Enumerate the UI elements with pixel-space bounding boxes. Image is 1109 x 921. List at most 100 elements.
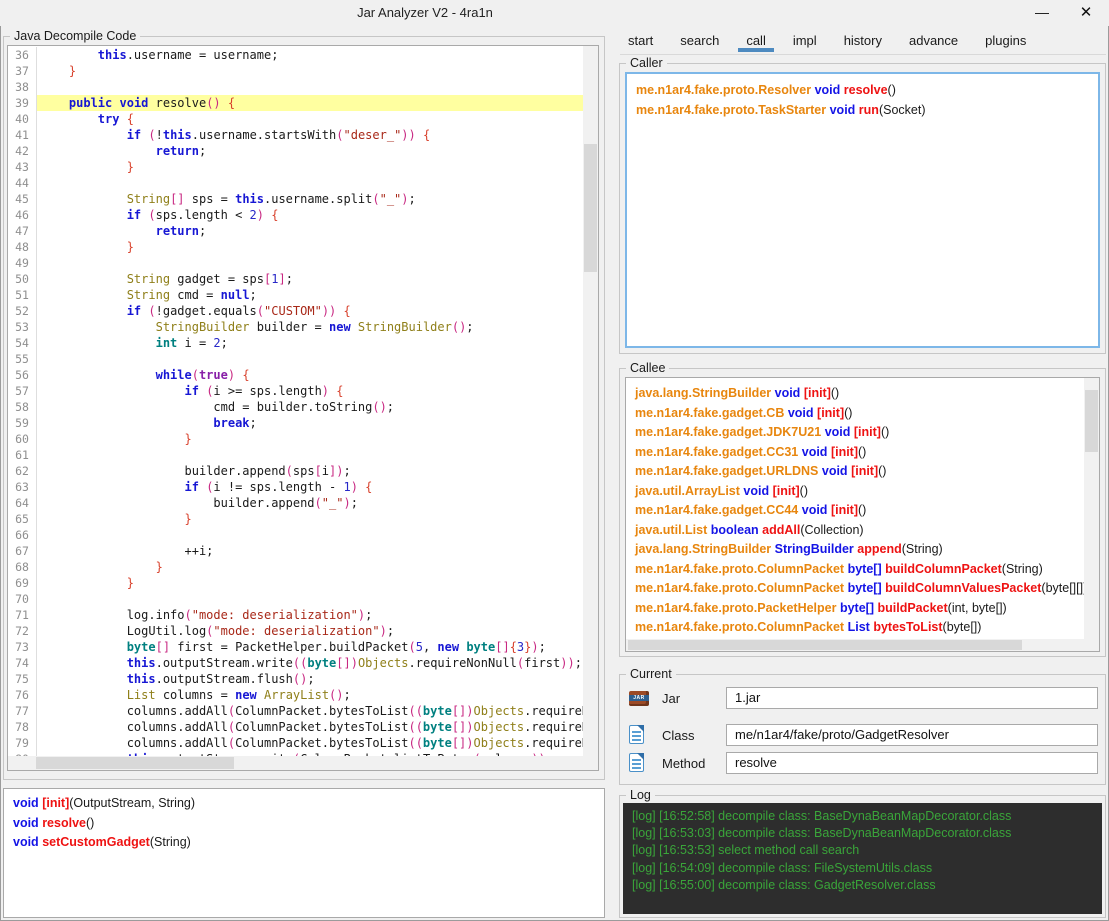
- code-line[interactable]: 50 String gadget = sps[1];: [8, 271, 583, 287]
- tab-plugins[interactable]: plugins: [977, 29, 1034, 51]
- class-field[interactable]: me/n1ar4/fake/proto/GadgetResolver: [726, 724, 1098, 746]
- code-line[interactable]: 39 public void resolve() {: [8, 95, 583, 111]
- vertical-scrollbar[interactable]: [1084, 378, 1099, 639]
- signature-item[interactable]: me.n1ar4.fake.gadget.CC44 void [init](): [635, 501, 1075, 521]
- code-line[interactable]: 49: [8, 255, 583, 271]
- signature-item[interactable]: java.lang.StringBuilder void [init](): [635, 384, 1075, 404]
- code-line[interactable]: 53 StringBuilder builder = new StringBui…: [8, 319, 583, 335]
- code-line[interactable]: 40 try {: [8, 111, 583, 127]
- code-line[interactable]: 68 }: [8, 559, 583, 575]
- tab-call[interactable]: call: [738, 29, 774, 52]
- vertical-scrollbar[interactable]: [583, 46, 598, 756]
- caller-list[interactable]: me.n1ar4.fake.proto.Resolver void resolv…: [625, 72, 1100, 348]
- code-line[interactable]: 78 columns.addAll(ColumnPacket.bytesToLi…: [8, 719, 583, 735]
- method-name: [init]: [772, 483, 800, 498]
- signature-item[interactable]: void [init](OutputStream, String): [13, 794, 595, 814]
- return-type: void: [801, 444, 828, 459]
- signature-item[interactable]: me.n1ar4.fake.proto.TaskStarter void run…: [636, 101, 1089, 121]
- code-line[interactable]: 36 this.username = username;: [8, 47, 583, 63]
- code-line[interactable]: 61: [8, 447, 583, 463]
- code-line[interactable]: 45 String[] sps = this.username.split("_…: [8, 191, 583, 207]
- code-line[interactable]: 41 if (!this.username.startsWith("deser_…: [8, 127, 583, 143]
- code-line[interactable]: 43 }: [8, 159, 583, 175]
- code-line[interactable]: 52 if (!gadget.equals("CUSTOM")) {: [8, 303, 583, 319]
- horizontal-scrollbar-thumb[interactable]: [36, 757, 234, 769]
- code-line[interactable]: 44: [8, 175, 583, 191]
- code-line[interactable]: 60 }: [8, 431, 583, 447]
- method-name: resolve: [843, 83, 888, 97]
- code-line[interactable]: 69 }: [8, 575, 583, 591]
- code-line[interactable]: 70: [8, 591, 583, 607]
- horizontal-scrollbar[interactable]: [8, 756, 583, 770]
- code-line[interactable]: 71 log.info("mode: deserialization");: [8, 607, 583, 623]
- code-line[interactable]: 64 builder.append("_");: [8, 495, 583, 511]
- code-line[interactable]: 56 while(true) {: [8, 367, 583, 383]
- line-number: 38: [8, 79, 37, 95]
- close-button[interactable]: ✕: [1068, 0, 1104, 26]
- code-line[interactable]: 55: [8, 351, 583, 367]
- signature-item[interactable]: java.lang.StringBuilder StringBuilder ap…: [635, 540, 1075, 560]
- code-line[interactable]: 47 return;: [8, 223, 583, 239]
- signature-item[interactable]: me.n1ar4.fake.gadget.CB void [init](): [635, 404, 1075, 424]
- signature-item[interactable]: java.util.ArrayList void [init](): [635, 482, 1075, 502]
- code-line[interactable]: 76 List columns = new ArrayList();: [8, 687, 583, 703]
- method-name: setCustomGadget: [42, 835, 150, 849]
- code-line[interactable]: 66: [8, 527, 583, 543]
- signature-item[interactable]: me.n1ar4.fake.proto.ColumnPacket byte[] …: [635, 560, 1075, 580]
- signature-item[interactable]: java.util.List boolean addAll(Collection…: [635, 521, 1075, 541]
- vertical-scrollbar-thumb[interactable]: [584, 144, 597, 272]
- signature-item[interactable]: me.n1ar4.fake.proto.Resolver void resolv…: [636, 81, 1089, 101]
- method-name: [init]: [42, 796, 70, 810]
- tab-search[interactable]: search: [672, 29, 727, 51]
- code-line[interactable]: 62 builder.append(sps[i]);: [8, 463, 583, 479]
- code-line[interactable]: 58 cmd = builder.toString();: [8, 399, 583, 415]
- signature-item[interactable]: me.n1ar4.fake.proto.ColumnPacket List by…: [635, 618, 1075, 638]
- signature-item[interactable]: void setCustomGadget(String): [13, 833, 595, 853]
- code-line[interactable]: 57 if (i >= sps.length) {: [8, 383, 583, 399]
- signature-item[interactable]: me.n1ar4.fake.proto.ColumnPacket byte[] …: [635, 579, 1084, 599]
- code-line[interactable]: 72 LogUtil.log("mode: deserialization");: [8, 623, 583, 639]
- signature-item[interactable]: me.n1ar4.fake.gadget.JDK7U21 void [init]…: [635, 423, 1075, 443]
- code-line[interactable]: 77 columns.addAll(ColumnPacket.bytesToLi…: [8, 703, 583, 719]
- code-line[interactable]: 73 byte[] first = PacketHelper.buildPack…: [8, 639, 583, 655]
- code-line[interactable]: 75 this.outputStream.flush();: [8, 671, 583, 687]
- signature-item[interactable]: me.n1ar4.fake.gadget.CC31 void [init](): [635, 443, 1075, 463]
- code-editor[interactable]: 36 this.username = username; 37 } 38 39 pub…: [7, 45, 599, 771]
- method-name: addAll: [762, 522, 801, 537]
- code-line[interactable]: 74 this.outputStream.write((byte[])Objec…: [8, 655, 583, 671]
- minimize-button[interactable]: —: [1024, 0, 1060, 26]
- tab-advance[interactable]: advance: [901, 29, 966, 51]
- horizontal-scrollbar-thumb[interactable]: [628, 640, 1022, 650]
- code-line[interactable]: 65 }: [8, 511, 583, 527]
- code-line[interactable]: 79 columns.addAll(ColumnPacket.bytesToLi…: [8, 735, 583, 751]
- code-line[interactable]: 54 int i = 2;: [8, 335, 583, 351]
- method-field[interactable]: resolve: [726, 752, 1098, 774]
- code-line[interactable]: 51 String cmd = null;: [8, 287, 583, 303]
- jar-field[interactable]: 1.jar: [726, 687, 1098, 709]
- code-line[interactable]: 59 break;: [8, 415, 583, 431]
- method-params: (String): [901, 542, 943, 556]
- code-line[interactable]: 63 if (i != sps.length - 1) {: [8, 479, 583, 495]
- signature-item[interactable]: me.n1ar4.fake.gadget.URLDNS void [init](…: [635, 462, 1075, 482]
- tab-start[interactable]: start: [620, 29, 661, 51]
- vertical-scrollbar-thumb[interactable]: [1085, 390, 1098, 452]
- method-params: (): [858, 503, 867, 517]
- code-line[interactable]: 37 }: [8, 63, 583, 79]
- tab-history[interactable]: history: [836, 29, 890, 51]
- code-line[interactable]: 42 return;: [8, 143, 583, 159]
- code-line[interactable]: 46 if (sps.length < 2) {: [8, 207, 583, 223]
- code-line[interactable]: 38: [8, 79, 583, 95]
- callee-list[interactable]: java.lang.StringBuilder void [init]() me.…: [625, 377, 1100, 652]
- return-type: void: [13, 796, 39, 810]
- line-number: 52: [8, 303, 37, 319]
- callee-panel-title: Callee: [626, 361, 670, 376]
- code-text: }: [126, 240, 134, 254]
- signature-item[interactable]: void resolve(): [13, 814, 595, 834]
- code-line[interactable]: 48 }: [8, 239, 583, 255]
- tab-impl[interactable]: impl: [785, 29, 825, 51]
- signature-item[interactable]: me.n1ar4.fake.proto.PacketHelper byte[] …: [635, 599, 1075, 619]
- code-line[interactable]: 67 ++i;: [8, 543, 583, 559]
- method-list[interactable]: void [init](OutputStream, String) void re…: [3, 788, 605, 918]
- horizontal-scrollbar[interactable]: [626, 639, 1084, 651]
- method-name: [init]: [817, 405, 845, 420]
